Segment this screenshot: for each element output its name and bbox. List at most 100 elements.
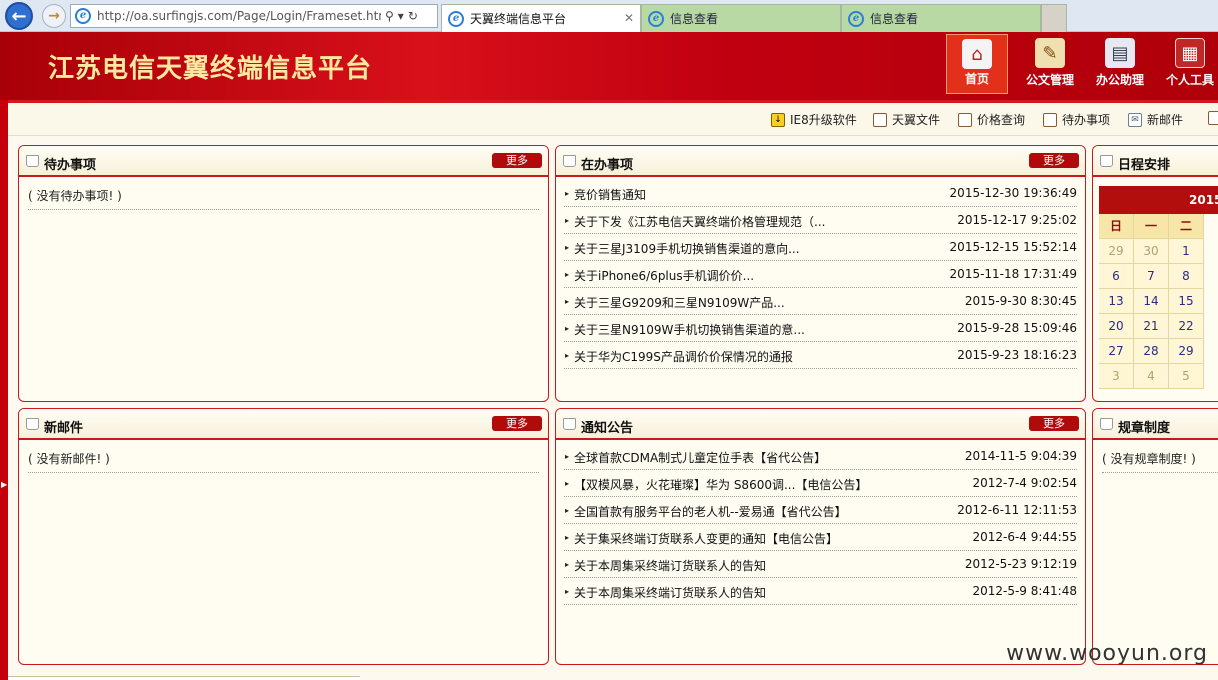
calendar-weekday: 一 bbox=[1134, 214, 1169, 239]
panel-schedule: 日程安排 2015 日一二 29301678131415202122272829… bbox=[1092, 145, 1218, 402]
item-title[interactable]: 关于下发《江苏电信天翼终端价格管理规范（... bbox=[574, 213, 825, 230]
item-title[interactable]: 关于集采终端订货联系人变更的通知【电信公告】 bbox=[574, 530, 838, 547]
list-item[interactable]: ▸ 关于下发《江苏电信天翼终端价格管理规范（... 2015-12-17 9:25:… bbox=[564, 207, 1077, 234]
expand-arrow-icon[interactable]: ▶ bbox=[1, 480, 7, 489]
nav-home[interactable]: ⌂ 首页 bbox=[946, 34, 1008, 94]
calendar-day[interactable]: 29 bbox=[1169, 339, 1204, 364]
forward-button[interactable]: → bbox=[42, 4, 66, 28]
calendar-day[interactable]: 27 bbox=[1099, 339, 1134, 364]
link-todo[interactable]: 待办事项 bbox=[1043, 111, 1110, 128]
calendar-day[interactable]: 5 bbox=[1169, 364, 1204, 389]
bullet-icon: ▸ bbox=[565, 270, 570, 279]
calendar-day[interactable]: 15 bbox=[1169, 289, 1204, 314]
scrollbar-track[interactable] bbox=[8, 676, 360, 680]
calendar-day[interactable]: 22 bbox=[1169, 314, 1204, 339]
item-title[interactable]: 竞价销售通知 bbox=[574, 186, 646, 203]
address-text[interactable]: http://oa.surfingjs.com/Page/Login/Frame… bbox=[97, 9, 381, 23]
item-title[interactable]: 【双模风暴，火花璀璨】华为 S8600调...【电信公告】 bbox=[574, 476, 867, 493]
calendar-day[interactable]: 20 bbox=[1099, 314, 1134, 339]
calendar-day[interactable]: 3 bbox=[1099, 364, 1134, 389]
address-bar[interactable]: e http://oa.surfingjs.com/Page/Login/Fra… bbox=[70, 4, 438, 28]
calendar-day[interactable]: 29 bbox=[1099, 239, 1134, 264]
panel-icon bbox=[26, 155, 39, 167]
dropdown-icon[interactable]: ▾ bbox=[398, 9, 404, 23]
nav-personal-tools[interactable]: ▦ 个人工具 bbox=[1159, 34, 1218, 94]
list-item[interactable]: ▸ 全国首款有服务平台的老人机--爱易通【省代公告】 2012-6-11 12:11… bbox=[564, 497, 1077, 524]
item-title[interactable]: 关于本周集采终端订货联系人的告知 bbox=[574, 584, 766, 601]
item-title[interactable]: 全国首款有服务平台的老人机--爱易通【省代公告】 bbox=[574, 503, 847, 520]
calendar-day[interactable]: 8 bbox=[1169, 264, 1204, 289]
search-icon[interactable]: ⚲ bbox=[385, 9, 394, 23]
sidebar-toggle-bar[interactable]: ▶ bbox=[0, 100, 8, 680]
close-icon[interactable]: ✕ bbox=[624, 11, 634, 25]
item-title[interactable]: 关于三星N9109W手机切换销售渠道的意... bbox=[574, 321, 805, 338]
item-title[interactable]: 关于三星G9209和三星N9109W产品... bbox=[574, 294, 785, 311]
item-title[interactable]: 关于三星J3109手机切换销售渠道的意向... bbox=[574, 240, 800, 257]
link-ie8-upgrade[interactable]: ↓ IE8升级软件 bbox=[771, 111, 857, 128]
calendar-day[interactable]: 7 bbox=[1134, 264, 1169, 289]
panel-in-progress: 在办事项 更多 ▸ 竞价销售通知 2015-12-30 19:36:49 ▸ 关于下发《… bbox=[555, 145, 1086, 402]
nav-office-assistant[interactable]: ▤ 办公助理 bbox=[1089, 34, 1151, 94]
nav-document-management[interactable]: ✎ 公文管理 bbox=[1019, 34, 1081, 94]
document-icon: ✎ bbox=[1035, 38, 1065, 68]
new-tab-button[interactable] bbox=[1041, 4, 1067, 32]
calendar-day[interactable]: 21 bbox=[1134, 314, 1169, 339]
link-label: 新邮件 bbox=[1147, 113, 1184, 127]
nav-label: 公文管理 bbox=[1025, 73, 1074, 87]
calendar-day[interactable]: 6 bbox=[1099, 264, 1134, 289]
bullet-icon: ▸ bbox=[565, 189, 570, 198]
list-item[interactable]: ▸ 关于华为C199S产品调价价保情况的通报 2015-9-23 18:16:23 bbox=[564, 342, 1077, 369]
list-item[interactable]: ▸ 关于三星N9109W手机切换销售渠道的意... 2015-9-28 15:09:… bbox=[564, 315, 1077, 342]
list-item[interactable]: ▸ 全球首款CDMA制式儿童定位手表【省代公告】 2014-11-5 9:04:39 bbox=[564, 443, 1077, 470]
link-label: IE8升级软件 bbox=[790, 113, 857, 127]
tab-label: 信息查看 bbox=[870, 12, 919, 26]
browser-tab[interactable]: e 信息查看 bbox=[641, 4, 841, 32]
item-title[interactable]: 关于华为C199S产品调价价保情况的通报 bbox=[574, 348, 793, 365]
item-title[interactable]: 全球首款CDMA制式儿童定位手表【省代公告】 bbox=[574, 449, 826, 466]
item-date: 2012-5-23 9:12:19 bbox=[964, 557, 1077, 571]
link-more[interactable] bbox=[1208, 111, 1218, 125]
bullet-icon: ▸ bbox=[565, 324, 570, 333]
browser-tab[interactable]: e 信息查看 bbox=[841, 4, 1041, 32]
bullet-icon: ▸ bbox=[565, 587, 570, 596]
list-item[interactable]: ▸ 关于本周集采终端订货联系人的告知 2012-5-23 9:12:19 bbox=[564, 551, 1077, 578]
calendar-week: 13 14 15 bbox=[1099, 289, 1218, 314]
calendar-day[interactable]: 1 bbox=[1169, 239, 1204, 264]
calendar-day[interactable]: 14 bbox=[1134, 289, 1169, 314]
list-item[interactable]: ▸ 关于本周集采终端订货联系人的告知 2012-5-9 8:41:48 bbox=[564, 578, 1077, 605]
calendar-day[interactable]: 4 bbox=[1134, 364, 1169, 389]
more-button[interactable]: 更多 bbox=[1029, 416, 1079, 431]
panel-icon bbox=[26, 418, 39, 430]
item-title[interactable]: 关于本周集采终端订货联系人的告知 bbox=[574, 557, 766, 574]
calendar-week: 345 bbox=[1099, 364, 1218, 389]
list-item[interactable]: ▸ 【双模风暴，火花璀璨】华为 S8600调...【电信公告】 2012-7-4 9… bbox=[564, 470, 1077, 497]
quick-links-toolbar: ↓ IE8升级软件 天翼文件 价格查询 待办事项 ✉ 新邮件 bbox=[8, 100, 1218, 136]
calendar-day[interactable]: 28 bbox=[1134, 339, 1169, 364]
item-date: 2015-12-15 15:52:14 bbox=[949, 240, 1077, 254]
bullet-icon: ▸ bbox=[565, 297, 570, 306]
list-item[interactable]: ▸ 关于三星J3109手机切换销售渠道的意向... 2015-12-15 15:52… bbox=[564, 234, 1077, 261]
refresh-icon[interactable]: ↻ bbox=[408, 9, 418, 23]
panel-title: 规章制度 bbox=[1118, 421, 1171, 436]
panel-title: 在办事项 bbox=[581, 158, 634, 173]
calendar-weekdays: 日一二 bbox=[1099, 214, 1218, 239]
item-title[interactable]: 关于iPhone6/6plus手机调价价... bbox=[574, 267, 754, 284]
more-button[interactable]: 更多 bbox=[492, 416, 542, 431]
more-button[interactable]: 更多 bbox=[1029, 153, 1079, 168]
link-new-mail[interactable]: ✉ 新邮件 bbox=[1128, 111, 1183, 128]
list-item[interactable]: ▸ 关于集采终端订货联系人变更的通知【电信公告】 2012-6-4 9:44:55 bbox=[564, 524, 1077, 551]
list-item[interactable]: ▸ 关于三星G9209和三星N9109W产品... 2015-9-30 8:30:4… bbox=[564, 288, 1077, 315]
item-date: 2015-9-28 15:09:46 bbox=[957, 321, 1077, 335]
list-item[interactable]: ▸ 竞价销售通知 2015-12-30 19:36:49 bbox=[564, 180, 1077, 207]
back-button[interactable]: ← bbox=[5, 2, 33, 30]
browser-tab-active[interactable]: e 天翼终端信息平台 ✕ bbox=[441, 4, 641, 32]
calendar-day[interactable]: 30 bbox=[1134, 239, 1169, 264]
link-tianyi-files[interactable]: 天翼文件 bbox=[873, 111, 940, 128]
link-price-query[interactable]: 价格查询 bbox=[958, 111, 1025, 128]
calendar-day[interactable]: 13 bbox=[1099, 289, 1134, 314]
item-date: 2012-7-4 9:02:54 bbox=[972, 476, 1077, 490]
list-item[interactable]: ▸ 关于iPhone6/6plus手机调价价... 2015-11-18 17:31… bbox=[564, 261, 1077, 288]
toolbox-icon: ▦ bbox=[1175, 38, 1205, 68]
more-button[interactable]: 更多 bbox=[492, 153, 542, 168]
calendar-days: 29 30 1 6 7 8 13 14 15 20 21 22 27 28 29 3 4 5 bbox=[1099, 239, 1218, 389]
